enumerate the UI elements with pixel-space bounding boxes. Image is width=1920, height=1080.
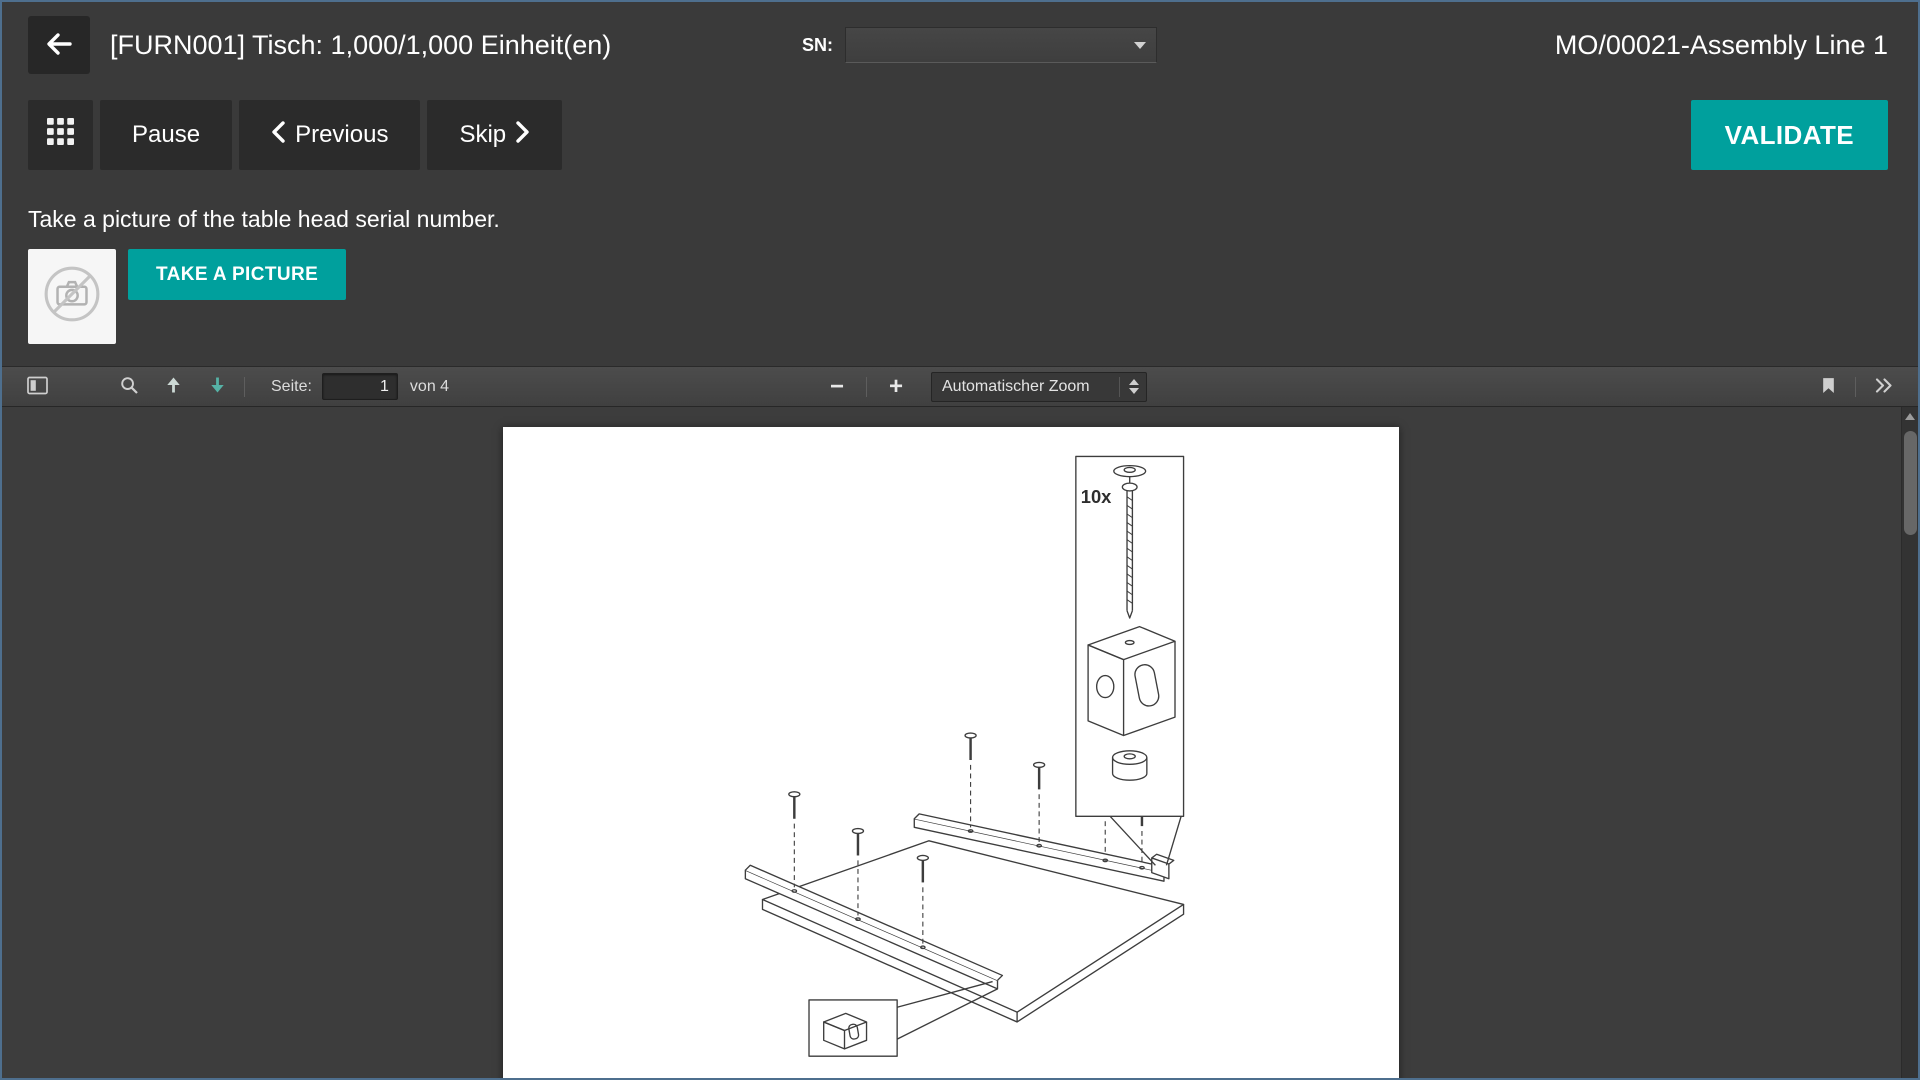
- arrow-down-icon: [209, 376, 226, 397]
- bookmark-button[interactable]: [1813, 372, 1843, 402]
- workorder-title: [FURN001] Tisch: 1,000/1,000 Einheit(en): [110, 30, 611, 61]
- pause-button[interactable]: Pause: [100, 100, 232, 170]
- pdf-page: 10x: [503, 427, 1399, 1078]
- topbar: [FURN001] Tisch: 1,000/1,000 Einheit(en)…: [2, 2, 1918, 88]
- pdf-viewer: Seite: von 4 − + Automatischer Zoom: [2, 366, 1918, 1078]
- scrollbar-thumb[interactable]: [1904, 431, 1917, 535]
- zoom-mode-value: Automatischer Zoom: [942, 378, 1090, 396]
- chevron-right-icon: [516, 121, 530, 150]
- select-arrows-icon: [1129, 379, 1139, 394]
- capture-row: TAKE A PICTURE: [28, 249, 1892, 344]
- previous-label: Previous: [295, 121, 388, 149]
- scrollbar-track[interactable]: [1901, 407, 1918, 1078]
- pause-label: Pause: [132, 121, 200, 149]
- page-up-button[interactable]: [158, 372, 188, 402]
- mo-reference: MO/00021-Assembly Line 1: [1555, 30, 1888, 61]
- previous-button[interactable]: Previous: [239, 100, 420, 170]
- arrow-up-icon: [165, 376, 182, 397]
- sn-group: SN:: [802, 2, 1157, 88]
- page-label: Seite:: [271, 378, 312, 396]
- double-chevron-right-icon: [1874, 377, 1893, 397]
- skip-button[interactable]: Skip: [427, 100, 562, 170]
- more-tools-button[interactable]: [1868, 372, 1898, 402]
- back-button[interactable]: [28, 16, 90, 74]
- chevron-left-icon: [271, 121, 285, 150]
- assembly-diagram: 10x: [503, 427, 1399, 1078]
- toolbar-divider: [1855, 377, 1856, 397]
- page-total: von 4: [410, 378, 449, 396]
- toolbar-divider: [866, 377, 867, 397]
- zoom-in-button[interactable]: +: [879, 372, 913, 402]
- scroll-up-icon: [1905, 413, 1915, 420]
- pdf-canvas: 10x: [2, 407, 1918, 1078]
- pdf-toolbar: Seite: von 4 − + Automatischer Zoom: [2, 366, 1918, 407]
- photo-placeholder: [28, 249, 116, 344]
- chevron-down-icon: [1134, 42, 1146, 49]
- search-icon: [120, 376, 139, 398]
- toolbar-divider: [244, 377, 245, 397]
- page-down-button[interactable]: [202, 372, 232, 402]
- sidebar-toggle-button[interactable]: [22, 372, 52, 402]
- instruction-text: Take a picture of the table head serial …: [28, 206, 1892, 233]
- instruction-section: Take a picture of the table head serial …: [2, 170, 1918, 344]
- grid-icon: [47, 118, 74, 152]
- actionbar: Pause Previous Skip VALIDATE: [28, 100, 1888, 170]
- diagram-quantity-label: 10x: [1081, 486, 1112, 507]
- divider: [1119, 377, 1120, 397]
- scroll-up-button[interactable]: [1902, 407, 1918, 425]
- sidebar-toggle-icon: [27, 376, 48, 398]
- toolbar-right: [1813, 372, 1898, 402]
- take-picture-button[interactable]: TAKE A PICTURE: [128, 249, 346, 300]
- zoom-controls: − + Automatischer Zoom: [820, 367, 1147, 406]
- sn-dropdown[interactable]: [845, 27, 1157, 63]
- zoom-mode-select[interactable]: Automatischer Zoom: [931, 372, 1147, 402]
- menu-grid-button[interactable]: [28, 100, 93, 170]
- search-button[interactable]: [114, 372, 144, 402]
- app-root: { "header": { "title": "[FURN001] Tisch:…: [0, 0, 1920, 1080]
- camera-off-icon: [42, 264, 102, 329]
- zoom-out-button[interactable]: −: [820, 372, 854, 402]
- arrow-left-icon: [44, 29, 74, 62]
- sn-label: SN:: [802, 35, 833, 56]
- skip-label: Skip: [459, 121, 506, 149]
- bookmark-icon: [1821, 377, 1836, 397]
- validate-button[interactable]: VALIDATE: [1691, 100, 1888, 170]
- page-input[interactable]: [322, 373, 398, 400]
